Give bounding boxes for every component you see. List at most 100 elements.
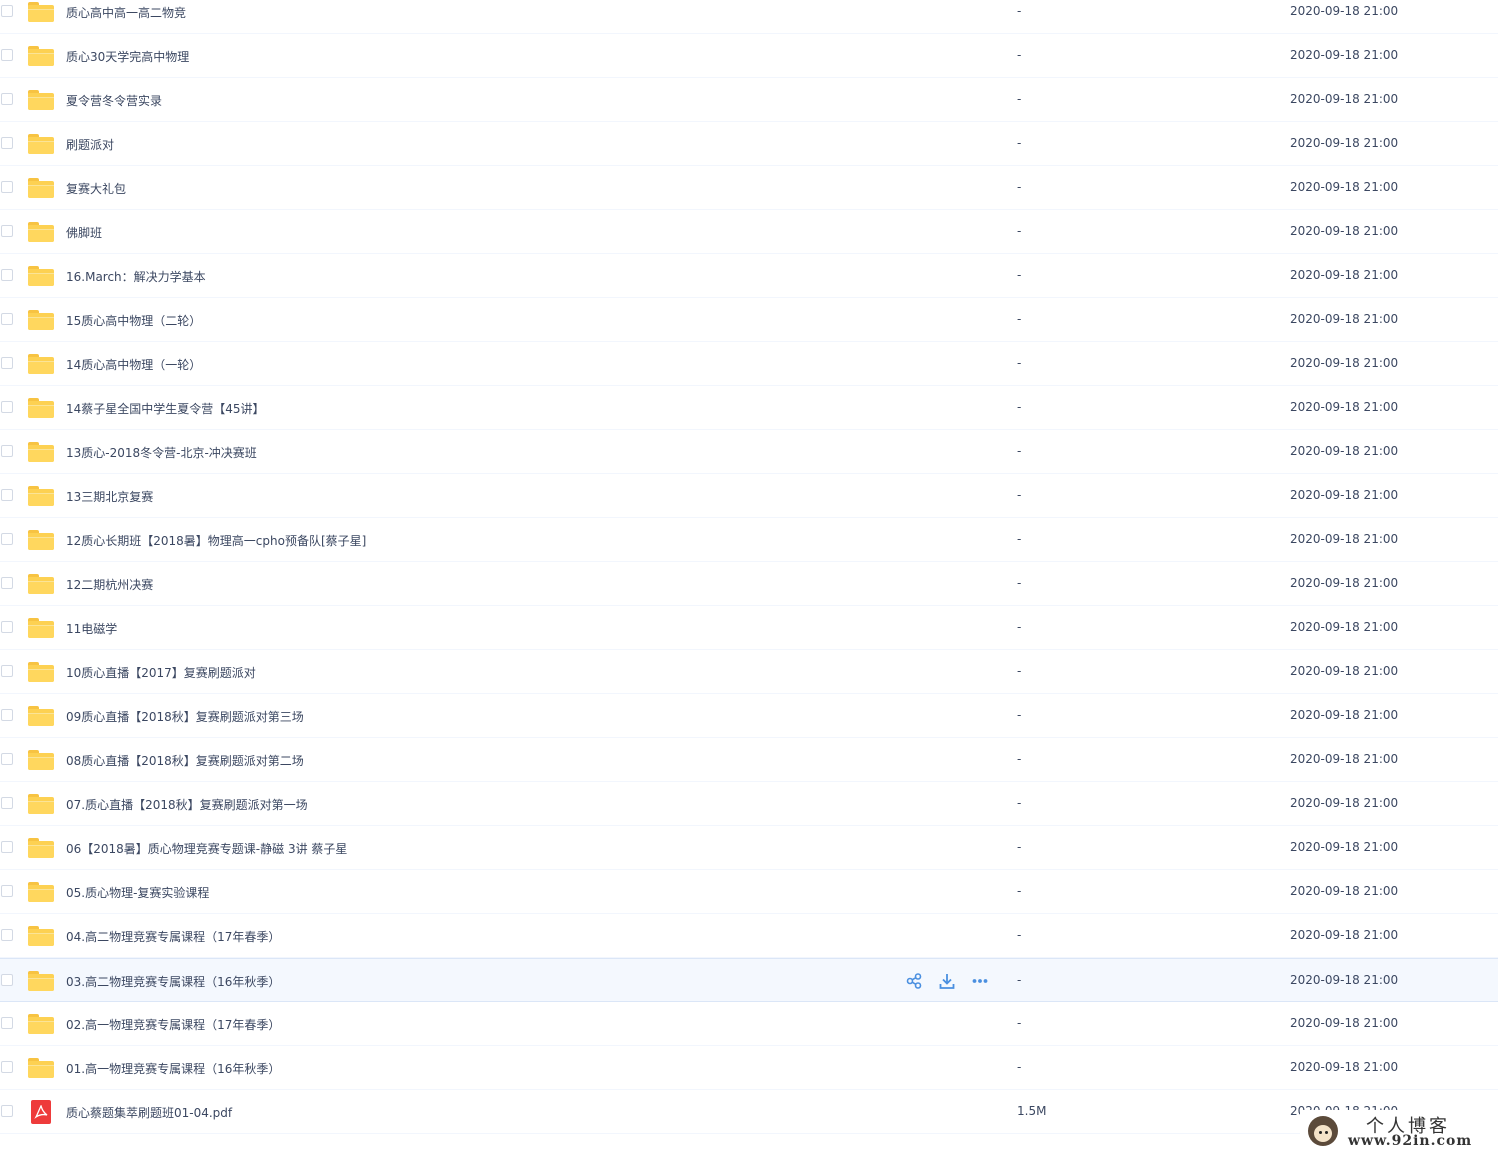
file-name-link[interactable]: 10质心直播【2017】复赛刷题派对 <box>66 664 256 681</box>
row-checkbox[interactable] <box>1 137 13 149</box>
file-name-link[interactable]: 04.高二物理竞赛专属课程（17年春季） <box>66 928 280 945</box>
file-row[interactable]: 11电磁学 - 2020-09-18 21:00 <box>0 606 1498 650</box>
file-row[interactable]: 05.质心物理-复赛实验课程 - 2020-09-18 21:00 <box>0 870 1498 914</box>
file-row[interactable]: 12二期杭州决赛 - 2020-09-18 21:00 <box>0 562 1498 606</box>
folder-icon[interactable] <box>28 662 54 682</box>
file-name-link[interactable]: 02.高一物理竞赛专属课程（17年春季） <box>66 1016 280 1033</box>
pdf-file-icon[interactable] <box>31 1100 51 1124</box>
file-row[interactable]: 01.高一物理竞赛专属课程（16年秋季） - 2020-09-18 21:00 <box>0 1046 1498 1090</box>
download-icon[interactable] <box>938 972 956 990</box>
folder-icon[interactable] <box>28 354 54 374</box>
row-checkbox[interactable] <box>1 489 13 501</box>
file-name-link[interactable]: 13质心-2018冬令营-北京-冲决赛班 <box>66 444 257 461</box>
file-name-link[interactable]: 质心蔡题集萃刷题班01-04.pdf <box>66 1104 232 1121</box>
row-checkbox[interactable] <box>1 1017 13 1029</box>
file-row[interactable]: 12质心长期班【2018暑】物理高一cpho预备队[蔡子星] - 2020-09-1… <box>0 518 1498 562</box>
file-name-link[interactable]: 12二期杭州决赛 <box>66 576 153 593</box>
folder-icon[interactable] <box>28 838 54 858</box>
folder-icon[interactable] <box>28 2 54 22</box>
row-checkbox[interactable] <box>1 753 13 765</box>
file-name-link[interactable]: 15质心高中物理（二轮） <box>66 312 201 329</box>
row-checkbox[interactable] <box>1 709 13 721</box>
row-checkbox[interactable] <box>1 445 13 457</box>
folder-icon[interactable] <box>28 398 54 418</box>
folder-icon[interactable] <box>28 46 54 66</box>
row-checkbox[interactable] <box>1 841 13 853</box>
row-checkbox[interactable] <box>1 401 13 413</box>
folder-icon[interactable] <box>28 882 54 902</box>
folder-icon[interactable] <box>28 1058 54 1078</box>
file-name-link[interactable]: 08质心直播【2018秋】复赛刷题派对第二场 <box>66 752 304 769</box>
file-row[interactable]: 03.高二物理竞赛专属课程（16年秋季） - 2020-09-18 21:00 <box>0 958 1498 1002</box>
file-row[interactable]: 06【2018暑】质心物理竞赛专题课-静磁 3讲 蔡子星 - 2020-09-18 … <box>0 826 1498 870</box>
folder-icon[interactable] <box>28 178 54 198</box>
row-checkbox[interactable] <box>1 269 13 281</box>
row-checkbox[interactable] <box>1 797 13 809</box>
file-name-link[interactable]: 14质心高中物理（一轮） <box>66 356 201 373</box>
file-row[interactable]: 04.高二物理竞赛专属课程（17年春季） - 2020-09-18 21:00 <box>0 914 1498 958</box>
file-name-link[interactable]: 质心高中高一高二物竞 <box>66 4 186 21</box>
row-checkbox[interactable] <box>1 1061 13 1073</box>
row-checkbox[interactable] <box>1 49 13 61</box>
row-checkbox[interactable] <box>1 225 13 237</box>
file-row[interactable]: 13质心-2018冬令营-北京-冲决赛班 - 2020-09-18 21:00 <box>0 430 1498 474</box>
file-row[interactable]: 复赛大礼包 - 2020-09-18 21:00 <box>0 166 1498 210</box>
more-icon[interactable] <box>971 972 989 990</box>
row-checkbox[interactable] <box>1 313 13 325</box>
folder-icon[interactable] <box>28 442 54 462</box>
row-checkbox[interactable] <box>1 181 13 193</box>
folder-icon[interactable] <box>28 310 54 330</box>
file-name-link[interactable]: 质心30天学完高中物理 <box>66 48 189 65</box>
file-row[interactable]: 刷题派对 - 2020-09-18 21:00 <box>0 122 1498 166</box>
folder-icon[interactable] <box>28 574 54 594</box>
row-checkbox[interactable] <box>1 885 13 897</box>
folder-icon[interactable] <box>28 266 54 286</box>
file-row[interactable]: 09质心直播【2018秋】复赛刷题派对第三场 - 2020-09-18 21:00 <box>0 694 1498 738</box>
file-row[interactable]: 08质心直播【2018秋】复赛刷题派对第二场 - 2020-09-18 21:00 <box>0 738 1498 782</box>
row-checkbox[interactable] <box>1 974 13 986</box>
file-name-link[interactable]: 16.March：解决力学基本 <box>66 268 206 285</box>
row-checkbox[interactable] <box>1 357 13 369</box>
row-checkbox[interactable] <box>1 1105 13 1117</box>
file-row[interactable]: 质心高中高一高二物竞 - 2020-09-18 21:00 <box>0 0 1498 34</box>
file-name-link[interactable]: 07.质心直播【2018秋】复赛刷题派对第一场 <box>66 796 308 813</box>
file-name-link[interactable]: 刷题派对 <box>66 136 114 153</box>
row-checkbox[interactable] <box>1 577 13 589</box>
file-name-link[interactable]: 夏令营冬令营实录 <box>66 92 162 109</box>
row-checkbox[interactable] <box>1 929 13 941</box>
share-icon[interactable] <box>905 972 923 990</box>
row-checkbox[interactable] <box>1 621 13 633</box>
file-name-link[interactable]: 05.质心物理-复赛实验课程 <box>66 884 209 901</box>
row-checkbox[interactable] <box>1 533 13 545</box>
file-name-link[interactable]: 03.高二物理竞赛专属课程（16年秋季） <box>66 973 280 990</box>
file-row[interactable]: 14质心高中物理（一轮） - 2020-09-18 21:00 <box>0 342 1498 386</box>
file-row[interactable]: 15质心高中物理（二轮） - 2020-09-18 21:00 <box>0 298 1498 342</box>
file-name-link[interactable]: 09质心直播【2018秋】复赛刷题派对第三场 <box>66 708 304 725</box>
file-name-link[interactable]: 12质心长期班【2018暑】物理高一cpho预备队[蔡子星] <box>66 532 366 549</box>
file-name-link[interactable]: 11电磁学 <box>66 620 117 637</box>
file-name-link[interactable]: 佛脚班 <box>66 224 102 241</box>
file-name-link[interactable]: 复赛大礼包 <box>66 180 126 197</box>
folder-icon[interactable] <box>28 1014 54 1034</box>
folder-icon[interactable] <box>28 90 54 110</box>
file-row[interactable]: 质心30天学完高中物理 - 2020-09-18 21:00 <box>0 34 1498 78</box>
folder-icon[interactable] <box>28 618 54 638</box>
folder-icon[interactable] <box>28 750 54 770</box>
folder-icon[interactable] <box>28 794 54 814</box>
file-row[interactable]: 13三期北京复赛 - 2020-09-18 21:00 <box>0 474 1498 518</box>
file-name-link[interactable]: 13三期北京复赛 <box>66 488 153 505</box>
folder-icon[interactable] <box>28 971 54 991</box>
file-row[interactable]: 02.高一物理竞赛专属课程（17年春季） - 2020-09-18 21:00 <box>0 1002 1498 1046</box>
file-row[interactable]: 夏令营冬令营实录 - 2020-09-18 21:00 <box>0 78 1498 122</box>
file-row[interactable]: 16.March：解决力学基本 - 2020-09-18 21:00 <box>0 254 1498 298</box>
file-row[interactable]: 佛脚班 - 2020-09-18 21:00 <box>0 210 1498 254</box>
folder-icon[interactable] <box>28 926 54 946</box>
file-row[interactable]: 10质心直播【2017】复赛刷题派对 - 2020-09-18 21:00 <box>0 650 1498 694</box>
file-name-link[interactable]: 01.高一物理竞赛专属课程（16年秋季） <box>66 1060 280 1077</box>
file-row[interactable]: 质心蔡题集萃刷题班01-04.pdf1.5M2020-09-18 21:00 <box>0 1090 1498 1134</box>
folder-icon[interactable] <box>28 222 54 242</box>
folder-icon[interactable] <box>28 134 54 154</box>
row-checkbox[interactable] <box>1 93 13 105</box>
file-name-link[interactable]: 14蔡子星全国中学生夏令营【45讲】 <box>66 400 265 417</box>
folder-icon[interactable] <box>28 706 54 726</box>
